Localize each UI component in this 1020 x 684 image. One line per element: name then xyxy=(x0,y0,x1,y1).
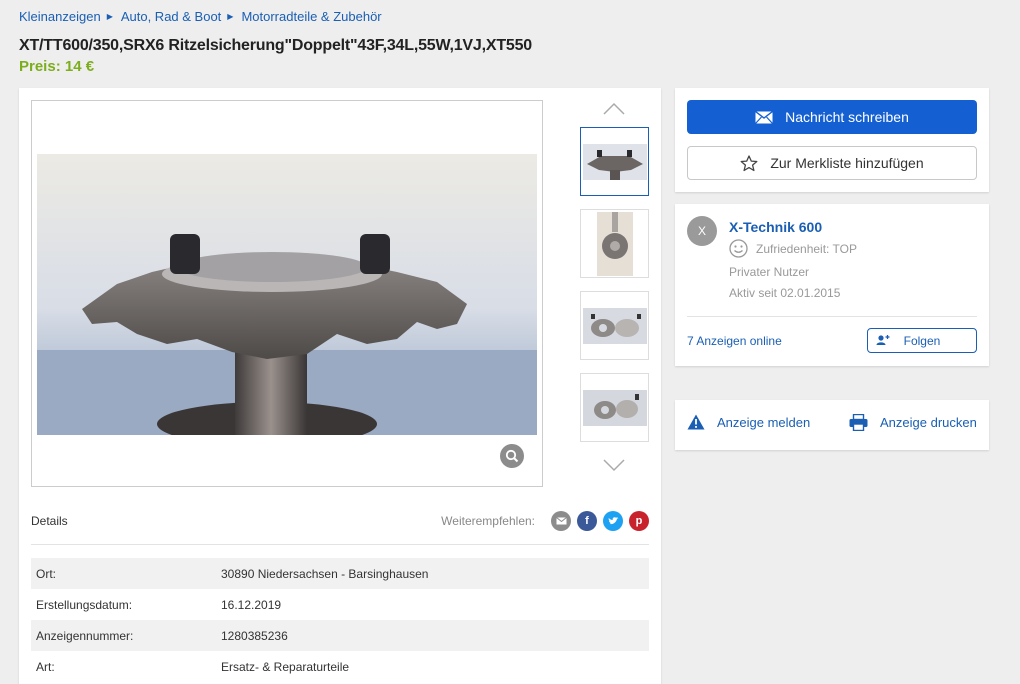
email-icon[interactable] xyxy=(551,511,571,531)
breadcrumb: Kleinanzeigen ▶ Auto, Rad & Boot ▶ Motor… xyxy=(19,9,382,24)
print-ad-button[interactable]: Anzeige drucken xyxy=(849,414,977,431)
message-button-label: Nachricht schreiben xyxy=(785,109,909,125)
facebook-icon[interactable]: f xyxy=(577,511,597,531)
chevron-up-icon[interactable] xyxy=(603,101,625,115)
seller-card: X X-Technik 600 Zufriedenheit: TOP Priva… xyxy=(675,204,989,366)
listing-title: XT/TT600/350,SRX6 Ritzelsicherung"Doppel… xyxy=(19,37,532,54)
thumbnail-1[interactable] xyxy=(580,127,649,196)
table-row: Art: Ersatz- & Reparaturteile xyxy=(31,651,649,682)
share-bar: Weiterempfehlen: f p xyxy=(441,511,649,531)
follow-button-label: Folgen xyxy=(903,333,941,348)
detail-key: Ort: xyxy=(36,566,56,581)
message-button[interactable]: Nachricht schreiben xyxy=(687,100,977,134)
seller-name-link[interactable]: X-Technik 600 xyxy=(729,219,822,235)
zoom-button[interactable] xyxy=(500,444,524,468)
watchlist-button-label: Zur Merkliste hinzufügen xyxy=(770,155,924,171)
listing-price: Preis: 14 € xyxy=(19,58,95,75)
star-icon xyxy=(740,154,758,171)
table-row: Erstellungsdatum: 16.12.2019 xyxy=(31,589,649,620)
detail-value: 16.12.2019 xyxy=(221,597,282,612)
follow-button[interactable]: Folgen xyxy=(867,328,977,353)
details-divider xyxy=(31,544,649,545)
ads-online-link[interactable]: 7 Anzeigen online xyxy=(687,334,782,348)
warning-icon xyxy=(687,414,705,430)
printer-icon xyxy=(849,414,868,431)
chevron-right-icon: ▶ xyxy=(106,12,113,21)
thumbnail-2[interactable] xyxy=(580,209,649,278)
add-user-icon xyxy=(876,335,890,345)
main-image[interactable] xyxy=(37,154,537,435)
seller-satisfaction: Zufriedenheit: TOP xyxy=(729,239,857,258)
magnifier-icon xyxy=(505,449,519,463)
chevron-down-icon[interactable] xyxy=(603,459,625,473)
pinterest-icon[interactable]: p xyxy=(629,511,649,531)
contact-card: Nachricht schreiben Zur Merkliste hinzuf… xyxy=(675,88,989,192)
report-ad-button[interactable]: Anzeige melden xyxy=(687,414,810,430)
share-label: Weiterempfehlen: xyxy=(441,514,535,528)
detail-key: Anzeigennummer: xyxy=(36,628,134,643)
smiley-icon xyxy=(729,239,748,258)
thumbnail-3[interactable] xyxy=(580,291,649,360)
table-row: Anzeigennummer: 1280385236 xyxy=(31,620,649,651)
avatar[interactable]: X xyxy=(687,216,717,246)
details-table: Ort: 30890 Niedersachsen - Barsinghausen… xyxy=(31,558,649,682)
detail-value: Ersatz- & Reparaturteile xyxy=(221,659,350,674)
seller-divider xyxy=(687,316,977,317)
satisfaction-text: Zufriedenheit: TOP xyxy=(756,241,857,256)
detail-key: Erstellungsdatum: xyxy=(36,597,133,612)
watchlist-button[interactable]: Zur Merkliste hinzufügen xyxy=(687,146,977,180)
report-ad-label: Anzeige melden xyxy=(717,414,811,430)
seller-type: Privater Nutzer xyxy=(729,265,810,279)
thumbnail-strip xyxy=(579,88,649,483)
thumbnail-4[interactable] xyxy=(580,373,649,442)
twitter-icon[interactable] xyxy=(603,511,623,531)
print-ad-label: Anzeige drucken xyxy=(880,415,977,430)
seller-active-since: Aktiv seit 02.01.2015 xyxy=(729,286,841,300)
breadcrumb-item-motorradteile[interactable]: Motorradteile & Zubehör xyxy=(241,9,381,24)
actions-card: Anzeige melden Anzeige drucken xyxy=(675,400,989,450)
envelope-icon xyxy=(755,110,774,124)
main-image-frame[interactable] xyxy=(31,100,543,487)
breadcrumb-item-auto-rad-boot[interactable]: Auto, Rad & Boot xyxy=(121,9,221,24)
listing-card: Details Weiterempfehlen: f p Ort: 30890 … xyxy=(19,88,661,684)
chevron-right-icon: ▶ xyxy=(227,12,234,21)
details-heading: Details xyxy=(31,514,68,528)
table-row: Ort: 30890 Niedersachsen - Barsinghausen xyxy=(31,558,649,589)
breadcrumb-item-kleinanzeigen[interactable]: Kleinanzeigen xyxy=(19,9,101,24)
detail-key: Art: xyxy=(36,659,55,674)
detail-value: 1280385236 xyxy=(221,628,288,643)
detail-value: 30890 Niedersachsen - Barsinghausen xyxy=(221,566,429,581)
